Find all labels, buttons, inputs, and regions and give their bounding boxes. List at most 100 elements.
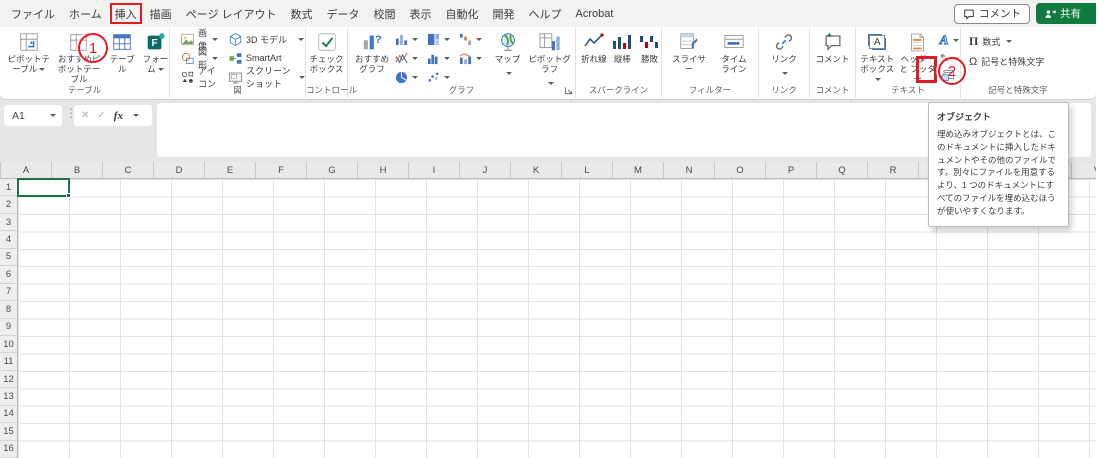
row-header[interactable]: 7 xyxy=(0,284,17,301)
column-header[interactable]: R xyxy=(868,162,919,179)
scatter-chart-button[interactable] xyxy=(427,71,459,84)
forms-icon: F xyxy=(144,30,166,54)
table-button[interactable]: テーブル xyxy=(107,30,138,74)
row-header[interactable]: 10 xyxy=(0,336,17,353)
column-header[interactable]: H xyxy=(358,162,409,179)
menu-tab[interactable]: 描画 xyxy=(144,0,178,27)
slicer-button[interactable]: スライサー xyxy=(668,30,710,74)
column-header[interactable]: J xyxy=(460,162,511,179)
waterfall-chart-button[interactable] xyxy=(459,33,491,46)
histogram-chart-button[interactable] xyxy=(427,52,459,65)
charts-dialog-launcher[interactable] xyxy=(564,86,573,95)
column-header[interactable]: B xyxy=(52,162,103,179)
column-header[interactable]: A xyxy=(1,162,52,179)
column-header[interactable]: M xyxy=(613,162,664,179)
row-header[interactable]: 11 xyxy=(0,353,17,370)
form-button[interactable]: F フォーム xyxy=(142,30,169,74)
3d-models-button[interactable]: 3D モデル xyxy=(228,30,305,48)
column-header[interactable]: G xyxy=(307,162,358,179)
insert-function-icon[interactable]: fx xyxy=(114,110,123,122)
menu-tab[interactable]: 開発 xyxy=(487,0,521,27)
column-header[interactable]: P xyxy=(766,162,817,179)
fill-handle[interactable] xyxy=(66,193,71,198)
menu-tab[interactable]: 表示 xyxy=(404,0,438,27)
cancel-icon[interactable]: ✕ xyxy=(81,110,89,121)
row-header[interactable]: 2 xyxy=(0,196,17,213)
link-button[interactable]: リンク xyxy=(768,30,800,83)
symbol-button[interactable]: Ω 記号と特殊文字 xyxy=(969,55,1075,68)
group-controls: チェック ボックス コントロール xyxy=(306,28,348,98)
map-globe-icon xyxy=(497,30,519,54)
combo-chart-button[interactable] xyxy=(459,52,491,65)
column-header[interactable]: F xyxy=(256,162,307,179)
pie-chart-button[interactable] xyxy=(395,71,427,84)
column-header[interactable]: N xyxy=(664,162,715,179)
row-header[interactable]: 12 xyxy=(0,371,17,388)
menu-tab[interactable]: ホーム xyxy=(63,0,108,27)
column-header[interactable]: C xyxy=(103,162,154,179)
column-header[interactable]: E xyxy=(205,162,256,179)
sparkline-column-button[interactable]: 縦棒 xyxy=(611,30,634,64)
active-cell-a1[interactable] xyxy=(17,178,70,197)
column-header[interactable]: V xyxy=(1072,162,1096,179)
pivot-table-button[interactable]: ピボットテーブル xyxy=(6,30,51,74)
text-box-icon: A xyxy=(869,30,885,54)
group-symbols: Π 数式 Ω 記号と特殊文字 記号と特殊文字 xyxy=(961,28,1075,98)
row-header[interactable]: 5 xyxy=(0,249,17,266)
column-chart-button[interactable] xyxy=(395,33,427,46)
menu-tab[interactable]: 校閲 xyxy=(368,0,402,27)
row-header[interactable]: 13 xyxy=(0,388,17,405)
column-header[interactable]: I xyxy=(409,162,460,179)
chevron-down-icon xyxy=(158,68,164,71)
menu-tab[interactable]: 数式 xyxy=(285,0,319,27)
column-header[interactable]: D xyxy=(154,162,205,179)
menu-tab[interactable]: ヘルプ xyxy=(523,0,568,27)
menu-tab[interactable]: ファイル xyxy=(5,0,61,27)
enter-icon[interactable]: ✓ xyxy=(97,110,105,121)
menu-tab[interactable]: 自動化 xyxy=(440,0,485,27)
menu-tab[interactable]: 挿入 xyxy=(110,3,142,24)
equation-button[interactable]: Π 数式 xyxy=(969,34,1075,49)
column-header[interactable]: K xyxy=(511,162,562,179)
row-header[interactable]: 4 xyxy=(0,231,17,248)
share-button[interactable]: 共有 xyxy=(1036,3,1096,24)
row-header[interactable]: 6 xyxy=(0,266,17,283)
sparkline-winloss-icon xyxy=(638,30,660,54)
menu-tab-label: 描画 xyxy=(150,6,172,22)
share-button-label: 共有 xyxy=(1060,6,1081,21)
group-label: グラフ xyxy=(348,84,575,96)
column-header[interactable]: L xyxy=(562,162,613,179)
column-header[interactable]: Q xyxy=(817,162,868,179)
group-label: テキスト xyxy=(856,84,960,96)
text-box-button[interactable]: A テキスト ボックス xyxy=(859,30,895,84)
name-box[interactable]: A1 xyxy=(4,105,62,126)
chevron-down-icon xyxy=(212,38,218,41)
row-header[interactable]: 14 xyxy=(0,406,17,423)
menu-tab-label: 校閲 xyxy=(374,6,396,22)
comments-button[interactable]: コメント xyxy=(954,4,1030,24)
sparkline-winloss-button[interactable]: 勝敗 xyxy=(638,30,661,64)
select-all-corner[interactable] xyxy=(0,162,1,179)
hierarchy-chart-button[interactable] xyxy=(427,33,459,46)
row-header[interactable]: 3 xyxy=(0,214,17,231)
timeline-button[interactable]: タイム ライン xyxy=(716,30,752,74)
row-header[interactable]: 8 xyxy=(0,301,17,318)
chart-type-grid xyxy=(395,30,491,87)
comment-button[interactable]: コメント xyxy=(815,30,851,64)
sparkline-line-button[interactable]: 折れ線 xyxy=(581,30,607,64)
column-header[interactable]: O xyxy=(715,162,766,179)
menu-tab[interactable]: Acrobat xyxy=(570,0,620,27)
recommended-charts-button[interactable]: ? おすすめ グラフ xyxy=(352,30,392,74)
line-chart-button[interactable] xyxy=(395,52,427,65)
menu-tab[interactable]: ページ レイアウト xyxy=(180,0,283,27)
row-header[interactable]: 9 xyxy=(0,319,17,336)
wordart-icon: A xyxy=(940,32,949,48)
checkbox-button[interactable]: チェック ボックス xyxy=(308,30,346,74)
row-header[interactable]: 1 xyxy=(0,179,17,196)
row-header[interactable]: 16 xyxy=(0,441,17,458)
sparkline-line-icon xyxy=(583,30,605,54)
wordart-button[interactable]: A xyxy=(940,32,960,48)
row-header[interactable]: 15 xyxy=(0,423,17,440)
maps-button[interactable]: マップ xyxy=(494,30,521,83)
menu-tab[interactable]: データ xyxy=(321,0,366,27)
